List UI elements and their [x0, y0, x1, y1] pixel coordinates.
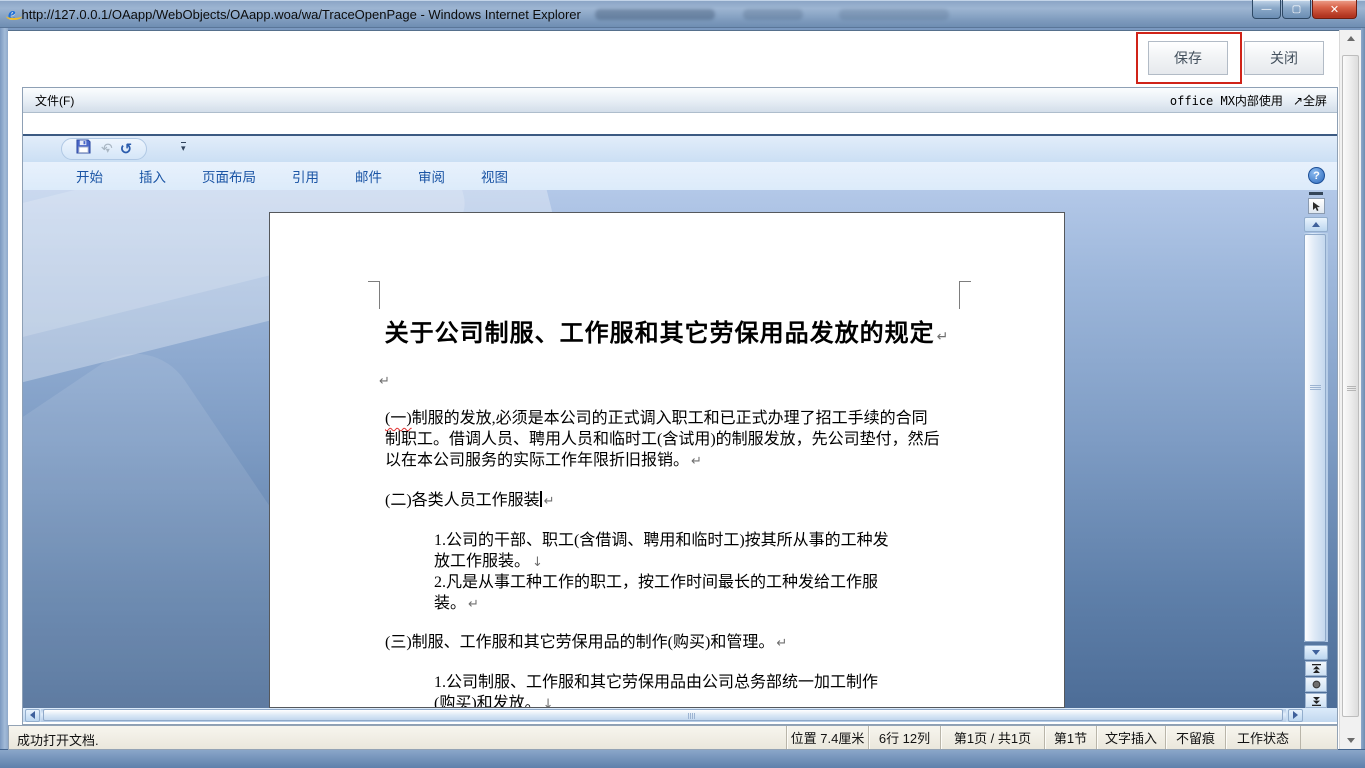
- window-frame-right: [1361, 28, 1365, 749]
- spellcheck-squiggle: (一): [385, 410, 412, 427]
- document-line: 装。↵: [434, 594, 479, 615]
- text-cursor: [540, 491, 542, 507]
- line-break-mark: ↓: [532, 555, 543, 570]
- scroll-track[interactable]: [1340, 47, 1361, 732]
- document-line: (购买)和发放。↓: [434, 694, 554, 708]
- document-line: 放工作服装。↓: [434, 552, 543, 573]
- document-title: 关于公司制服、工作服和其它劳保用品发放的规定↵: [270, 313, 1064, 348]
- undo-dropdown-icon[interactable]: ▾: [106, 146, 110, 155]
- window-title: http://127.0.0.1/OAapp/WebObjects/OAapp.…: [22, 7, 581, 22]
- status-page-count: 第1页 / 共1页: [940, 726, 1044, 749]
- document-line: 制职工。借调人员、聘用人员和临时工(含试用)的制服发放，先公司垫付，然后: [385, 430, 940, 450]
- status-section: 第1节: [1044, 726, 1096, 749]
- document-line: 1.公司的干部、职工(含借调、聘用和临时工)按其所从事的工种发: [434, 531, 889, 551]
- status-work-state-toggle[interactable]: 工作状态: [1225, 726, 1301, 749]
- split-handle[interactable]: [1309, 192, 1323, 195]
- paragraph-mark: ↵: [379, 374, 390, 389]
- maximize-button[interactable]: ▢: [1282, 0, 1311, 19]
- fullscreen-link[interactable]: ↗全屏: [1293, 92, 1327, 109]
- scroll-thumb[interactable]: [1342, 55, 1359, 717]
- scroll-thumb[interactable]: [43, 709, 1283, 721]
- tab-view[interactable]: 视图: [476, 163, 513, 189]
- redo-icon[interactable]: ↺: [120, 140, 133, 158]
- select-browse-object-button[interactable]: [1305, 677, 1327, 692]
- editor-horizontal-scrollbar: [23, 708, 1337, 722]
- status-insert-mode-toggle[interactable]: 文字插入: [1096, 726, 1165, 749]
- paragraph-mark: ↵: [937, 329, 950, 345]
- document-line: (一)制服的发放,必须是本公司的正式调入职工和已正式办理了招工手续的合同: [385, 409, 928, 429]
- tab-insert[interactable]: 插入: [134, 163, 171, 189]
- tab-page-layout[interactable]: 页面布局: [197, 163, 261, 189]
- margin-crop-mark: [368, 281, 380, 309]
- scroll-right-button[interactable]: [1288, 709, 1303, 722]
- paragraph-mark: ↵: [691, 454, 702, 469]
- status-track-changes-toggle[interactable]: 不留痕: [1165, 726, 1225, 749]
- margin-crop-mark: [959, 281, 971, 309]
- editor-vertical-scrollbar: [1303, 190, 1329, 708]
- file-menu[interactable]: 文件(F): [23, 92, 86, 109]
- paragraph-mark: ↵: [468, 597, 479, 612]
- window-frame-left: [0, 28, 8, 749]
- quick-access-more-icon[interactable]: ▾: [181, 142, 186, 153]
- scroll-down-button[interactable]: [1304, 645, 1328, 660]
- line-break-mark: ↓: [543, 697, 554, 708]
- status-position: 位置 7.4厘米: [786, 726, 868, 749]
- status-message: 成功打开文档.: [17, 730, 99, 749]
- select-tool-icon[interactable]: [1308, 198, 1325, 214]
- document-page[interactable]: 关于公司制服、工作服和其它劳保用品发放的规定↵ ↵ (一)制服的发放,必须是本公…: [269, 212, 1065, 708]
- menu-bar: 文件(F) office MX内部使用 ↗全屏: [23, 88, 1337, 113]
- browser-viewport: 保存 关闭 文件(F) office MX内部使用 ↗全屏: [8, 30, 1339, 749]
- document-line: (三)制服、工作服和其它劳保用品的制作(购买)和管理。↵: [385, 633, 787, 654]
- tab-home[interactable]: 开始: [71, 163, 108, 189]
- scroll-track[interactable]: [41, 709, 1286, 722]
- paragraph-mark: ↵: [544, 494, 555, 509]
- help-icon[interactable]: ?: [1308, 167, 1325, 184]
- scroll-up-button[interactable]: [1304, 217, 1328, 232]
- scroll-thumb[interactable]: [1304, 234, 1326, 642]
- document-line: 以在本公司服务的实际工作年限折旧报销。↵: [385, 451, 702, 472]
- document-line: ↵: [377, 371, 390, 392]
- next-page-button[interactable]: [1305, 693, 1327, 708]
- title-bar: e http://127.0.0.1/OAapp/WebObjects/OAap…: [0, 0, 1365, 28]
- ribbon-tabs: 开始 插入 页面布局 引用 邮件 审阅 视图 ?: [23, 162, 1337, 190]
- tab-review[interactable]: 审阅: [413, 163, 450, 189]
- toolbar-strip: [23, 113, 1337, 136]
- tab-references[interactable]: 引用: [287, 163, 324, 189]
- window-frame-bottom: [0, 749, 1365, 768]
- quick-access-toolbar: ↶▾ ↺ ▾: [23, 136, 1337, 162]
- ghost-window-title: [839, 9, 949, 20]
- scroll-up-button[interactable]: [1341, 30, 1361, 47]
- ghost-window-title: [743, 9, 803, 20]
- internal-use-label: office MX内部使用: [1170, 92, 1283, 109]
- scroll-track[interactable]: [1304, 233, 1328, 642]
- save-icon[interactable]: [76, 139, 91, 159]
- close-button[interactable]: 关闭: [1244, 41, 1324, 75]
- internet-explorer-icon: e: [8, 4, 16, 24]
- previous-page-button[interactable]: [1305, 661, 1327, 676]
- document-line: 1.公司制服、工作服和其它劳保用品由公司总务部统一加工制作: [434, 673, 878, 693]
- office-control: 文件(F) office MX内部使用 ↗全屏: [22, 87, 1338, 725]
- minimize-button[interactable]: —: [1252, 0, 1281, 19]
- scroll-left-button[interactable]: [25, 709, 40, 722]
- document-area: 关于公司制服、工作服和其它劳保用品发放的规定↵ ↵ (一)制服的发放,必须是本公…: [23, 190, 1337, 708]
- status-bar: 成功打开文档. 位置 7.4厘米 6行 12列 第1页 / 共1页 第1节 文字…: [8, 725, 1338, 750]
- status-line-column: 6行 12列: [868, 726, 940, 749]
- document-line: (二)各类人员工作服装↵: [385, 491, 555, 512]
- browser-vertical-scrollbar: [1339, 30, 1361, 749]
- save-button[interactable]: 保存: [1148, 41, 1228, 75]
- ghost-window-title: [595, 9, 715, 20]
- close-window-button[interactable]: ✕: [1312, 0, 1357, 19]
- scroll-down-button[interactable]: [1341, 732, 1361, 749]
- tab-mailings[interactable]: 邮件: [350, 163, 387, 189]
- paragraph-mark: ↵: [776, 636, 787, 651]
- document-line: 2.凡是从事工种工作的职工，按工作时间最长的工种发给工作服: [434, 573, 878, 593]
